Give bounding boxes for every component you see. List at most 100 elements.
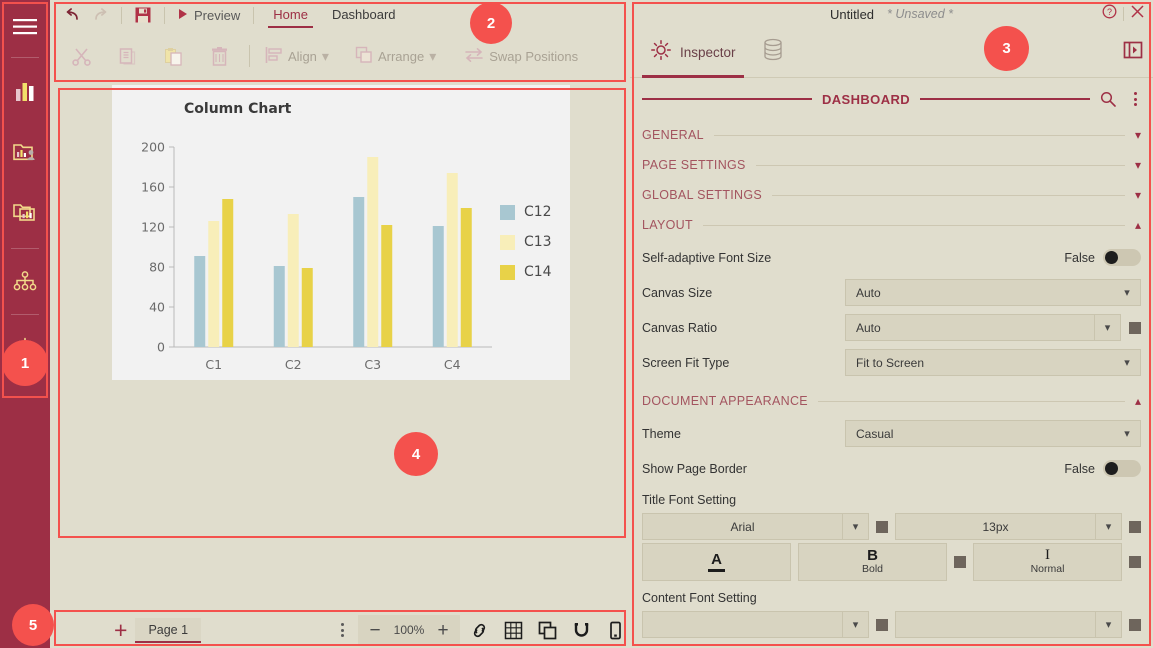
page-toolbar: + Page 1 − 100% + <box>50 612 630 648</box>
tab-database[interactable] <box>754 28 792 78</box>
arrange-button[interactable]: Arrange ▾ <box>347 39 444 73</box>
document-state: * Unsaved * <box>887 7 953 21</box>
document-name: Untitled <box>830 7 874 22</box>
magnet-snap-icon[interactable] <box>566 615 596 645</box>
underline-glyph: A <box>711 552 722 568</box>
title-font-family-select[interactable]: Arial ▾ <box>642 513 869 540</box>
title-font-row-2: A B Bold I Normal <box>642 543 1141 581</box>
mobile-preview-icon[interactable] <box>600 615 630 645</box>
add-page-button[interactable]: + <box>106 619 135 642</box>
page-border-toggle[interactable] <box>1103 460 1141 477</box>
arrange-icon <box>355 46 373 67</box>
search-icon[interactable] <box>1100 91 1116 107</box>
redo-button[interactable] <box>86 3 114 27</box>
sidebar-item-data-source[interactable] <box>0 129 50 179</box>
save-button[interactable] <box>129 3 157 27</box>
title-italic-button[interactable]: I Normal <box>973 543 1122 581</box>
theme-label: Theme <box>642 427 837 441</box>
section-title: DASHBOARD <box>822 92 910 107</box>
content-font-color-swatch[interactable] <box>876 619 888 631</box>
editor-main: Preview Home Dashboard <box>50 0 630 648</box>
section-rule-right <box>920 98 1090 100</box>
align-button[interactable]: Align ▾ <box>257 39 337 73</box>
self-adaptive-toggle[interactable] <box>1103 249 1141 266</box>
legend-swatch-c12 <box>500 205 515 220</box>
theme-select[interactable]: Casual ▾ <box>845 420 1141 447</box>
canvas-ratio-select[interactable]: Auto ▾ <box>845 314 1121 341</box>
sidebar-item-hierarchy[interactable] <box>0 258 50 308</box>
delete-button[interactable] <box>196 44 242 68</box>
row-screen-fit: Screen Fit Type Fit to Screen ▾ <box>642 345 1141 380</box>
undo-button[interactable] <box>58 3 86 27</box>
sidebar-item-charts[interactable] <box>0 69 50 119</box>
tab-inspector[interactable]: Inspector <box>642 28 744 78</box>
bar-chart-icon <box>14 82 36 107</box>
sidebar-divider-2 <box>11 248 39 249</box>
title-font-family-value: Arial <box>643 520 842 534</box>
chevron-down-icon-page: ▾ <box>1135 159 1141 171</box>
page-tab-1[interactable]: Page 1 <box>135 618 201 643</box>
preview-button[interactable]: Preview <box>172 8 246 23</box>
group-general[interactable]: GENERAL ▾ <box>642 120 1141 150</box>
annotation-badge-5: 5 <box>12 604 54 646</box>
chevron-up-icon-layout: ▴ <box>1135 219 1141 231</box>
tab-inspector-label: Inspector <box>680 45 736 60</box>
title-style-swatch[interactable] <box>954 556 966 568</box>
title-font-size-swatch[interactable] <box>1129 521 1141 533</box>
title-underline-button[interactable]: A <box>642 543 791 581</box>
chevron-down-icon-canvas-ratio: ▾ <box>1094 315 1120 340</box>
help-icon[interactable]: ? <box>1102 4 1117 24</box>
canvas-ratio-color-swatch[interactable] <box>1129 322 1141 334</box>
title-font-size-select[interactable]: 13px ▾ <box>895 513 1122 540</box>
swap-positions-button[interactable]: Swap Positions <box>456 39 586 73</box>
title-bold-button[interactable]: B Bold <box>798 543 947 581</box>
content-font-setting-label: Content Font Setting <box>642 581 1141 608</box>
canvas-area[interactable]: Column Chart 04080120160200C1C2C3C4 C12 … <box>50 82 630 612</box>
legend-item[interactable]: C13 <box>500 227 552 257</box>
italic-sublabel: Normal <box>1031 564 1065 576</box>
layers-icon[interactable] <box>532 615 562 645</box>
paste-button[interactable] <box>150 44 196 68</box>
legend-item[interactable]: C14 <box>500 257 552 287</box>
group-layout[interactable]: LAYOUT ▴ <box>642 210 1141 240</box>
group-global-settings[interactable]: GLOBAL SETTINGS ▾ <box>642 180 1141 210</box>
content-font-size-select[interactable]: ▾ <box>895 611 1122 638</box>
ribbon-divider-4 <box>249 45 250 67</box>
sidebar-divider <box>11 57 39 58</box>
page-canvas[interactable]: Column Chart 04080120160200C1C2C3C4 C12 … <box>112 85 570 380</box>
chevron-down-icon-theme: ▾ <box>1114 427 1140 440</box>
title-font-color-swatch[interactable] <box>876 521 888 533</box>
content-font-size-swatch[interactable] <box>1129 619 1141 631</box>
tab-home[interactable]: Home <box>261 3 320 28</box>
sidebar-item-dashboard-library[interactable] <box>0 189 50 239</box>
zoom-in-button[interactable]: + <box>430 621 456 640</box>
group-page-settings[interactable]: PAGE SETTINGS ▾ <box>642 150 1141 180</box>
sidebar-item-menu[interactable] <box>0 4 50 54</box>
legend-label-c13: C13 <box>524 234 552 250</box>
sidebar-divider-3 <box>11 314 39 315</box>
link-icon[interactable] <box>464 615 494 645</box>
title-italic-swatch[interactable] <box>1129 556 1141 568</box>
content-font-family-select[interactable]: ▾ <box>642 611 869 638</box>
svg-text:160: 160 <box>141 180 165 195</box>
screen-fit-select[interactable]: Fit to Screen ▾ <box>845 349 1141 376</box>
self-adaptive-value: False <box>1064 251 1095 265</box>
panel-section-header: DASHBOARD <box>630 78 1153 120</box>
zoom-out-button[interactable]: − <box>362 621 388 640</box>
close-icon[interactable] <box>1130 4 1145 24</box>
cut-button[interactable] <box>58 44 104 68</box>
ribbon-divider-2 <box>164 7 165 24</box>
annotation-badge-1: 1 <box>2 340 48 386</box>
group-document-appearance[interactable]: DOCUMENT APPEARANCE ▴ <box>642 386 1141 416</box>
grid-icon[interactable] <box>498 615 528 645</box>
collapse-panel-button[interactable] <box>1123 40 1143 65</box>
canvas-size-select[interactable]: Auto ▾ <box>845 279 1141 306</box>
legend-item[interactable]: C12 <box>500 197 552 227</box>
section-menu-button[interactable] <box>1126 92 1141 106</box>
page-options-button[interactable] <box>327 623 358 637</box>
annotation-badge-3: 3 <box>984 26 1029 71</box>
tab-dashboard[interactable]: Dashboard <box>320 3 408 28</box>
properties-list: GENERAL ▾ PAGE SETTINGS ▾ GLOBAL SETTING… <box>630 120 1153 648</box>
svg-text:?: ? <box>1107 7 1112 17</box>
copy-button[interactable] <box>104 44 150 68</box>
